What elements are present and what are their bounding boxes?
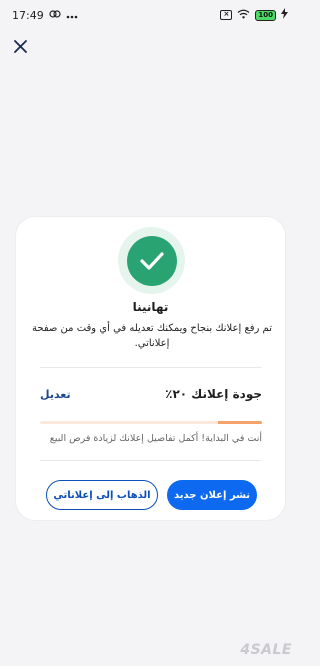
- status-left: 17:49: [12, 8, 78, 23]
- ad-quality-row: جودة إعلانك ٢٠٪ تعديل: [40, 381, 262, 407]
- checkmark-icon: [139, 251, 164, 270]
- success-badge: [118, 227, 185, 294]
- ad-quality-label: جودة إعلانك ٢٠٪: [165, 387, 262, 401]
- success-card: تهانينا تم رفع إعلانك بنجاح ويمكنك تعديل…: [15, 216, 286, 521]
- close-icon: [13, 39, 27, 53]
- wifi-icon: [237, 9, 250, 22]
- status-bar: 17:49 × 100: [0, 0, 300, 30]
- dialog-title: تهانينا: [132, 300, 169, 314]
- divider-bottom: [40, 460, 262, 461]
- assistant-icon: [49, 8, 61, 23]
- post-new-ad-button[interactable]: نشر إعلان جديد: [167, 480, 257, 510]
- brand-watermark: 4SALE: [240, 642, 292, 658]
- battery-icon: 100: [255, 9, 276, 21]
- status-time: 17:49: [12, 8, 44, 22]
- battery-level: 100: [255, 9, 276, 21]
- more-dots-icon: [66, 9, 78, 22]
- no-sim-icon: ×: [220, 10, 233, 20]
- status-right: × 100: [220, 8, 288, 22]
- divider-top: [40, 367, 262, 368]
- action-buttons: نشر إعلان جديد الذهاب إلى إعلاناتي: [46, 480, 257, 510]
- edit-link[interactable]: تعديل: [40, 388, 71, 401]
- go-to-my-ads-button[interactable]: الذهاب إلى إعلاناتي: [46, 480, 158, 510]
- close-button[interactable]: [10, 36, 30, 56]
- charging-icon: [281, 8, 288, 22]
- dialog-message: تم رفع إعلانك بنجاح ويمكنك تعديله في أي …: [32, 323, 272, 349]
- check-circle: [126, 235, 177, 286]
- ad-quality-progress: [40, 421, 262, 424]
- quality-hint: أنت في البداية! أكمل تفاصيل إعلانك لزياد…: [49, 433, 262, 444]
- ad-quality-progress-fill: [217, 421, 262, 424]
